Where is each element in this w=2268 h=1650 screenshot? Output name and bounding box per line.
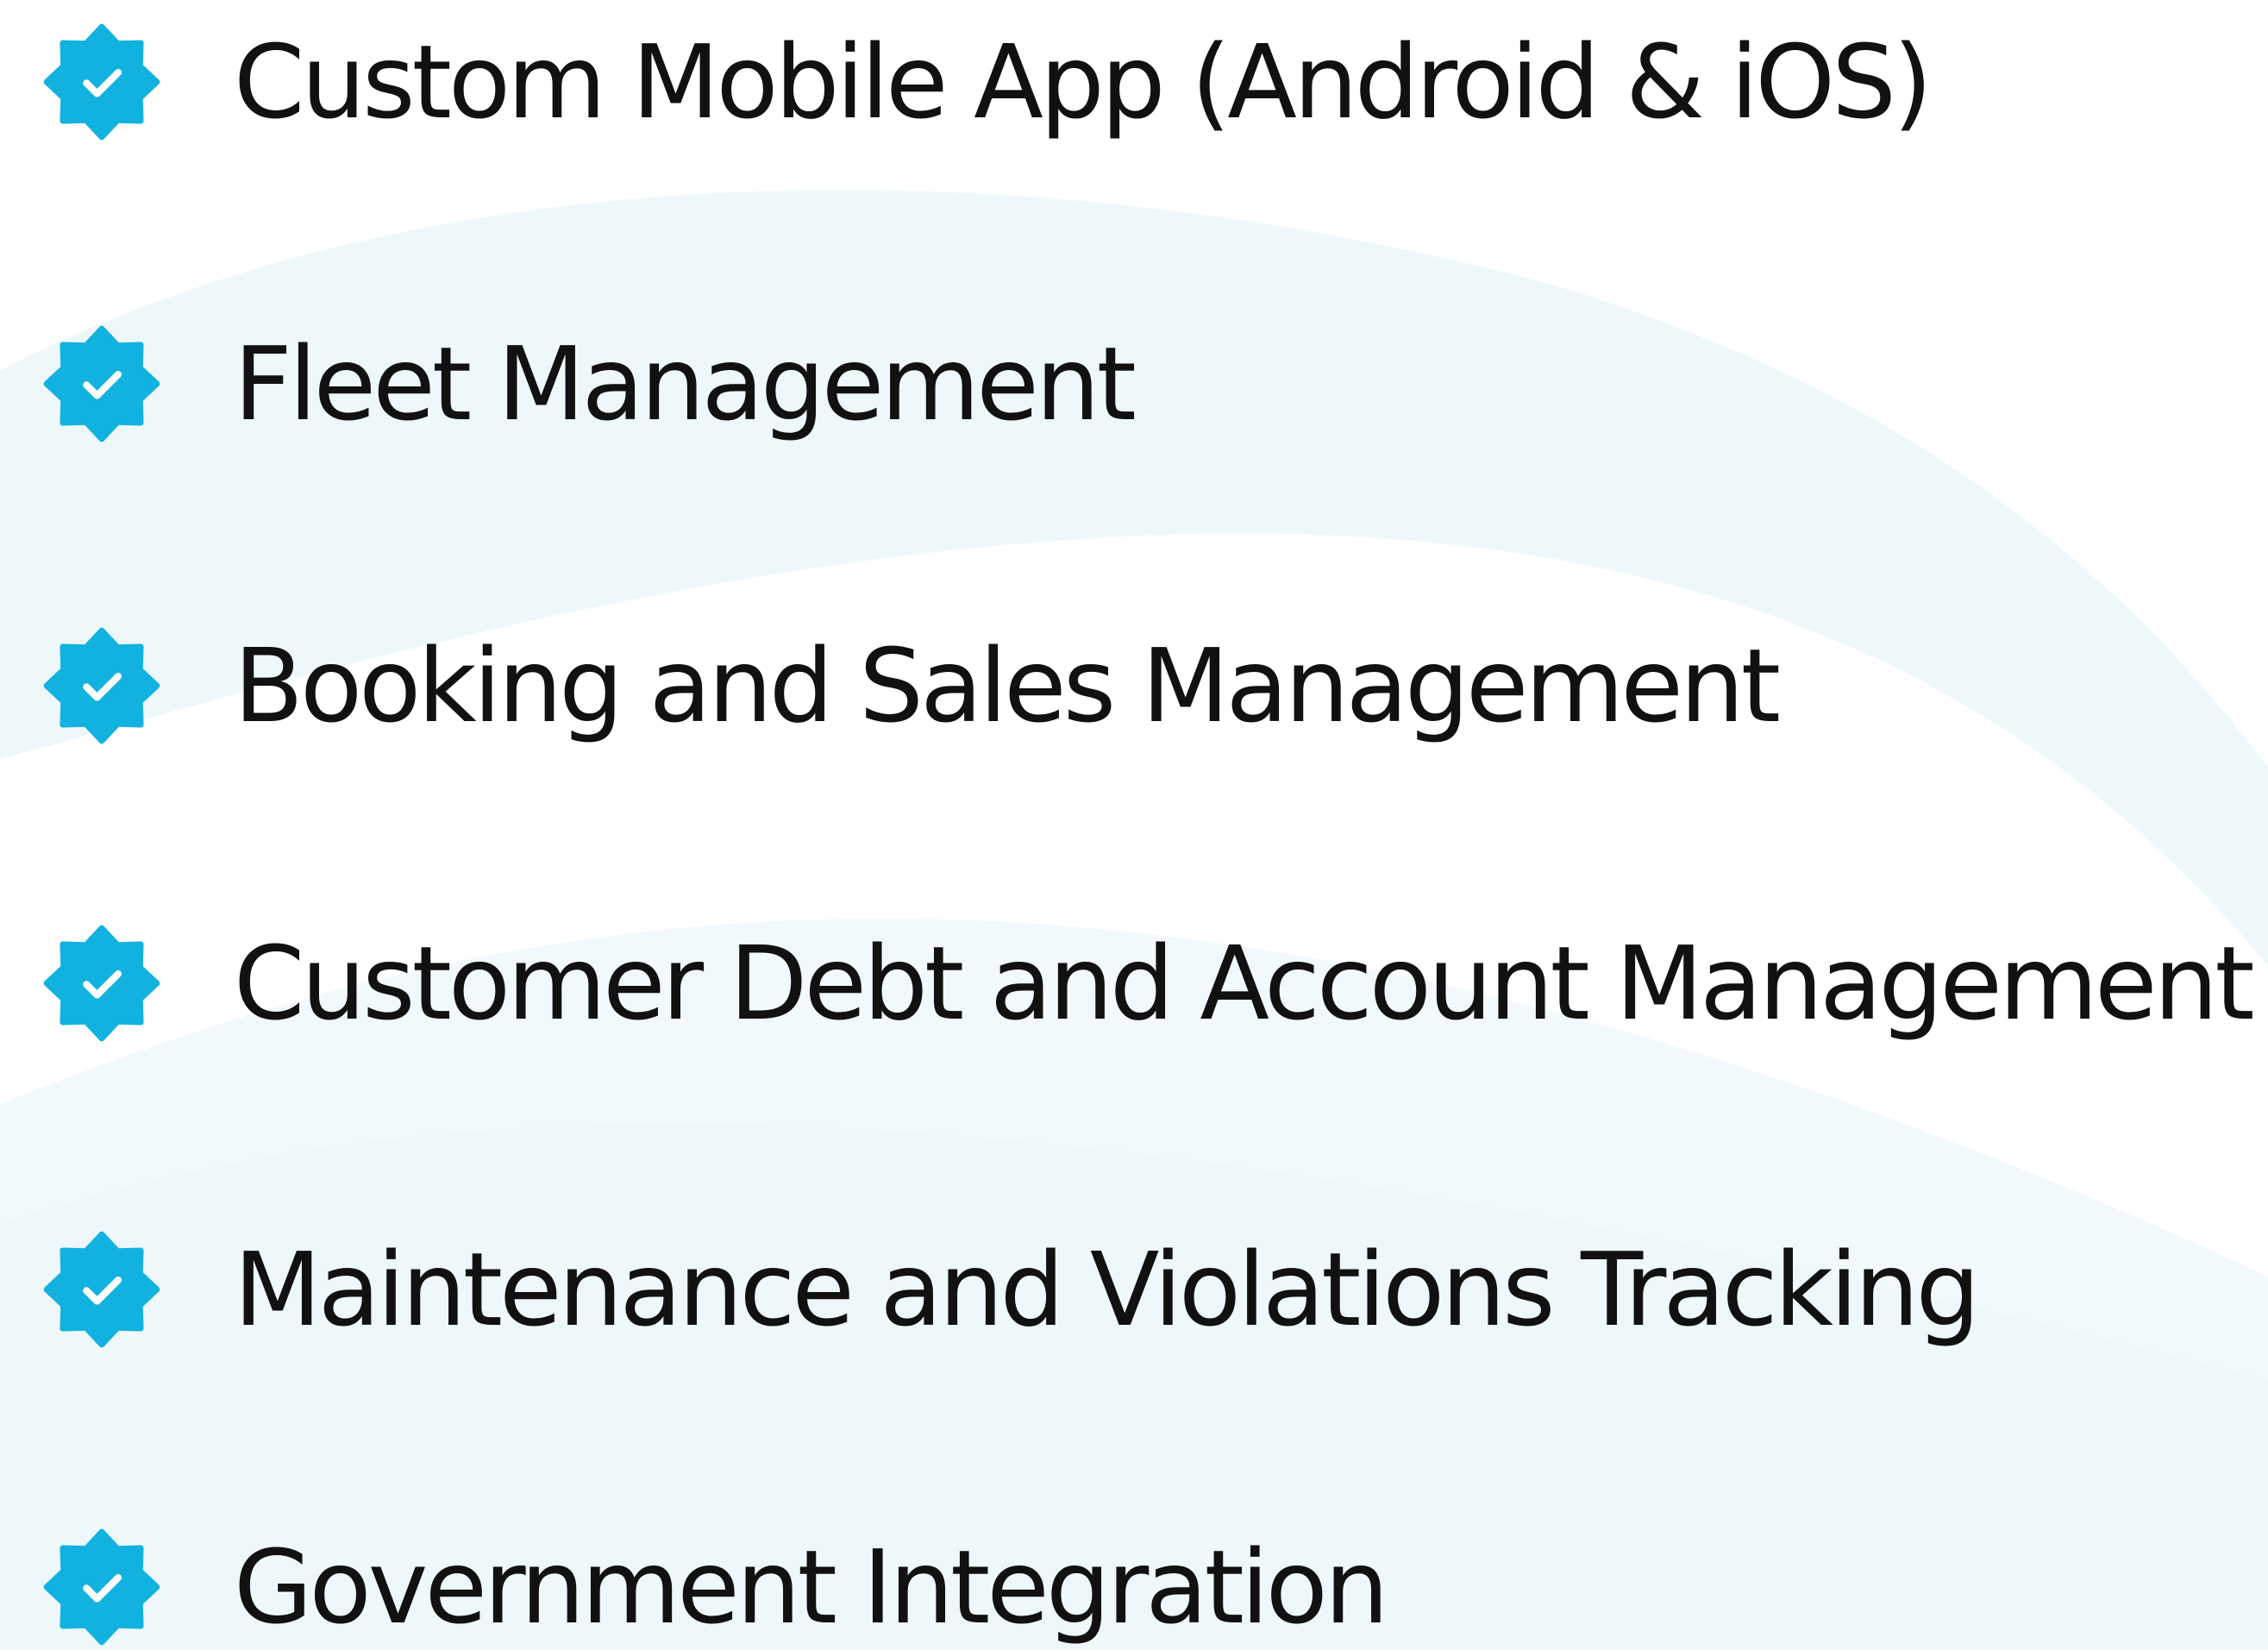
feature-label: Government Integration [234,1528,1389,1647]
feature-item: Government Integration [43,1522,1389,1650]
feature-list: Custom Mobile App (Android & iOS) Fleet … [0,0,2268,1650]
page: Custom Mobile App (Android & iOS) Fleet … [0,0,2268,1650]
feature-label: Fleet Management [234,324,1137,443]
check-badge-icon [43,627,160,744]
feature-item: Custom Mobile App (Android & iOS) [43,17,1933,147]
feature-item: Booking and Sales Management [43,621,1781,750]
check-badge-icon [43,1231,160,1348]
check-badge-icon [43,925,160,1042]
check-badge-icon [43,23,160,141]
feature-item: Customer Debt and Account Management [43,919,2255,1048]
feature-label: Maintenance and Violations Tracking [234,1230,1980,1349]
feature-label: Customer Debt and Account Management [234,924,2255,1043]
feature-item: Fleet Management [43,319,1137,449]
feature-label: Booking and Sales Management [234,626,1781,745]
feature-label: Custom Mobile App (Android & iOS) [234,22,1933,141]
feature-item: Maintenance and Violations Tracking [43,1225,1980,1354]
check-badge-icon [43,325,160,442]
check-badge-icon [43,1528,160,1646]
